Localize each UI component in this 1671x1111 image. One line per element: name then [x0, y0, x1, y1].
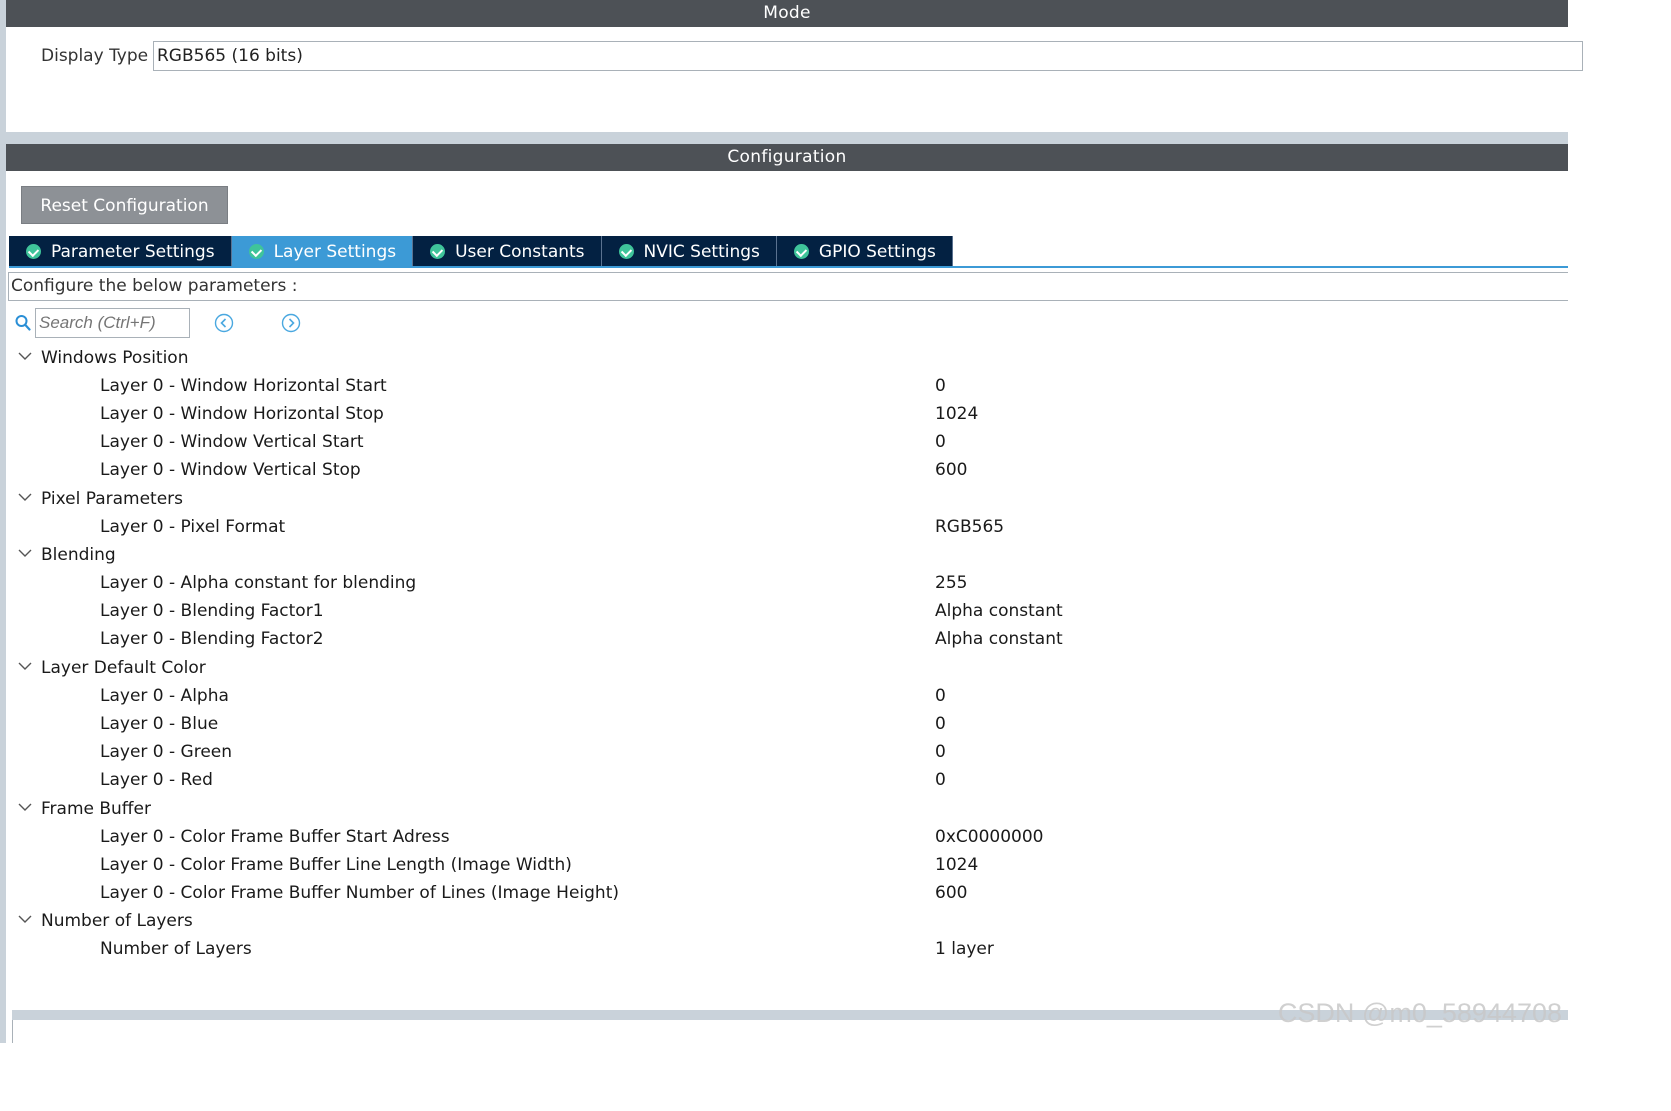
check-circle-icon — [793, 244, 809, 259]
group-row-windows-position[interactable]: Windows Position — [0, 344, 1568, 372]
param-label: Layer 0 - Pixel Format — [100, 517, 286, 537]
group-row-blending[interactable]: Blending — [0, 541, 1568, 569]
group-title: Blending — [41, 545, 116, 565]
param-row[interactable]: Number of Layers 1 layer — [0, 935, 1568, 963]
chevron-down-icon[interactable] — [18, 914, 32, 924]
param-label: Layer 0 - Red — [100, 770, 213, 790]
watermark: CSDN @m0_58944708 — [1277, 998, 1562, 1028]
previous-result-icon[interactable] — [214, 313, 234, 333]
param-row[interactable]: Layer 0 - Blue 0 — [0, 710, 1568, 738]
group-title: Number of Layers — [41, 911, 193, 931]
group-row-pixel-parameters[interactable]: Pixel Parameters — [0, 485, 1568, 513]
tab-underline — [9, 266, 1568, 268]
param-value[interactable]: 1 layer — [935, 935, 994, 963]
param-value[interactable]: 1024 — [935, 851, 978, 879]
chevron-down-icon[interactable] — [18, 492, 32, 502]
chevron-down-icon[interactable] — [18, 351, 32, 361]
param-label: Layer 0 - Blending Factor1 — [100, 601, 324, 621]
param-label: Layer 0 - Color Frame Buffer Line Length… — [100, 855, 572, 875]
tab-label: Layer Settings — [273, 241, 397, 262]
group-row-layer-default-color[interactable]: Layer Default Color — [0, 654, 1568, 682]
mode-section-header: Mode — [6, 0, 1568, 27]
tab-bar: Parameter Settings Layer Settings User C… — [9, 236, 953, 267]
param-row[interactable]: Layer 0 - Green 0 — [0, 738, 1568, 766]
param-row[interactable]: Layer 0 - Alpha constant for blending 25… — [0, 569, 1568, 597]
param-row[interactable]: Layer 0 - Color Frame Buffer Line Length… — [0, 851, 1568, 879]
param-row[interactable]: Layer 0 - Window Vertical Start 0 — [0, 428, 1568, 456]
tab-label: Parameter Settings — [51, 241, 215, 262]
param-row[interactable]: Layer 0 - Color Frame Buffer Start Adres… — [0, 823, 1568, 851]
param-row[interactable]: Layer 0 - Window Horizontal Stop 1024 — [0, 400, 1568, 428]
param-row[interactable]: Layer 0 - Color Frame Buffer Number of L… — [0, 879, 1568, 907]
param-value[interactable]: 0 — [935, 738, 946, 766]
param-label: Layer 0 - Color Frame Buffer Start Adres… — [100, 827, 450, 847]
chevron-down-icon[interactable] — [18, 661, 32, 671]
group-title: Layer Default Color — [41, 658, 206, 678]
tab-nvic-settings[interactable]: NVIC Settings — [601, 236, 777, 267]
param-label: Layer 0 - Window Horizontal Start — [100, 376, 387, 396]
param-row[interactable]: Layer 0 - Window Vertical Stop 600 — [0, 456, 1568, 484]
configure-parameters-text: Configure the below parameters : — [8, 272, 1568, 301]
param-row[interactable]: Layer 0 - Blending Factor2 Alpha constan… — [0, 625, 1568, 653]
check-circle-icon — [618, 244, 634, 259]
param-value[interactable]: Alpha constant — [935, 597, 1063, 625]
param-label: Layer 0 - Window Vertical Stop — [100, 460, 361, 480]
check-circle-icon — [248, 244, 264, 259]
param-value[interactable]: 1024 — [935, 400, 978, 428]
param-row[interactable]: Layer 0 - Blending Factor1 Alpha constan… — [0, 597, 1568, 625]
next-result-icon[interactable] — [281, 313, 301, 333]
param-value[interactable]: RGB565 — [935, 513, 1004, 541]
search-input[interactable] — [35, 308, 190, 338]
check-circle-icon — [430, 244, 446, 259]
param-label: Layer 0 - Window Horizontal Stop — [100, 404, 384, 424]
param-row[interactable]: Layer 0 - Red 0 — [0, 766, 1568, 794]
param-label: Layer 0 - Blue — [100, 714, 219, 734]
param-value[interactable]: Alpha constant — [935, 625, 1063, 653]
param-value[interactable]: 0 — [935, 372, 946, 400]
param-value[interactable]: 255 — [935, 569, 967, 597]
group-title: Frame Buffer — [41, 799, 151, 819]
param-label: Layer 0 - Alpha constant for blending — [100, 573, 417, 593]
tab-label: NVIC Settings — [643, 241, 760, 262]
param-value[interactable]: 0 — [935, 682, 946, 710]
tab-parameter-settings[interactable]: Parameter Settings — [9, 236, 232, 267]
param-label: Layer 0 - Green — [100, 742, 233, 762]
tab-label: User Constants — [455, 241, 585, 262]
check-circle-icon — [26, 244, 41, 259]
group-row-frame-buffer[interactable]: Frame Buffer — [0, 795, 1568, 823]
param-row[interactable]: Layer 0 - Pixel Format RGB565 — [0, 513, 1568, 541]
configuration-section-header: Configuration — [6, 144, 1568, 171]
param-label: Layer 0 - Color Frame Buffer Number of L… — [100, 883, 619, 903]
param-label: Layer 0 - Alpha — [100, 686, 229, 706]
param-label: Number of Layers — [100, 939, 252, 959]
display-type-label: Display Type — [41, 46, 149, 66]
tab-label: GPIO Settings — [818, 241, 936, 262]
tab-user-constants[interactable]: User Constants — [413, 236, 602, 267]
param-value[interactable]: 0 — [935, 428, 946, 456]
param-row[interactable]: Layer 0 - Alpha 0 — [0, 682, 1568, 710]
tab-gpio-settings[interactable]: GPIO Settings — [776, 236, 953, 267]
tab-layer-settings[interactable]: Layer Settings — [231, 236, 414, 267]
reset-configuration-button[interactable]: Reset Configuration — [21, 186, 228, 224]
param-value[interactable]: 600 — [935, 879, 967, 907]
group-row-number-of-layers[interactable]: Number of Layers — [0, 907, 1568, 935]
param-value[interactable]: 0xC0000000 — [935, 823, 1043, 851]
param-row[interactable]: Layer 0 - Window Horizontal Start 0 — [0, 372, 1568, 400]
group-title: Windows Position — [41, 348, 189, 368]
chevron-down-icon[interactable] — [18, 548, 32, 558]
display-type-select[interactable]: RGB565 (16 bits) — [153, 41, 1583, 71]
param-label: Layer 0 - Blending Factor2 — [100, 629, 324, 649]
param-value[interactable]: 600 — [935, 456, 967, 484]
search-icon[interactable] — [15, 314, 31, 332]
param-label: Layer 0 - Window Vertical Start — [100, 432, 364, 452]
section-divider — [6, 132, 1568, 144]
param-value[interactable]: 0 — [935, 710, 946, 738]
param-value[interactable]: 0 — [935, 766, 946, 794]
chevron-down-icon[interactable] — [18, 802, 32, 812]
group-title: Pixel Parameters — [41, 489, 184, 509]
